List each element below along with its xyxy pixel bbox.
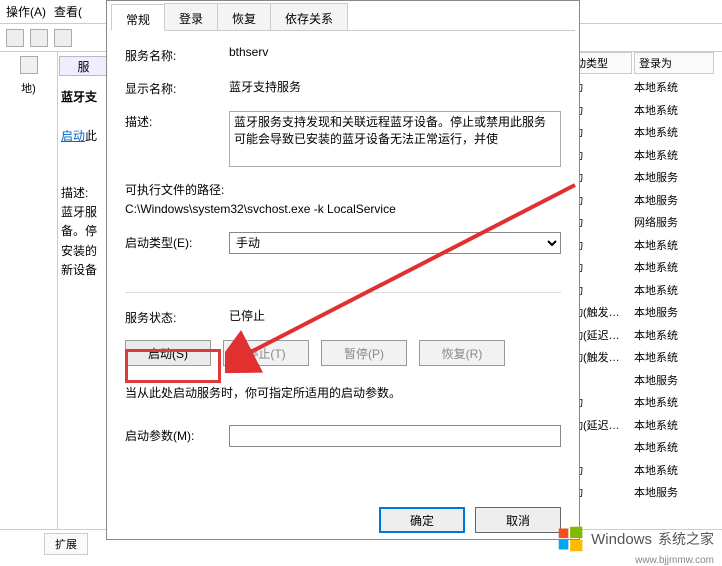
table-row[interactable]: 动(触发…本地服务 xyxy=(570,301,722,324)
value-display-name: 蓝牙支持服务 xyxy=(229,78,561,95)
toolbar-icon[interactable] xyxy=(6,29,24,47)
table-row[interactable]: 动本地系统 xyxy=(570,234,722,257)
service-title: 蓝牙支 xyxy=(58,84,109,109)
label-service-status: 服务状态: xyxy=(125,307,229,326)
tab-recovery[interactable]: 恢复 xyxy=(217,3,271,30)
cell-logon: 本地系统 xyxy=(632,439,712,455)
start-params-input[interactable] xyxy=(229,425,561,447)
label-start-params: 启动参数(M): xyxy=(125,425,229,444)
cell-logon: 本地服务 xyxy=(632,192,712,208)
table-row[interactable]: 动本地系统 xyxy=(570,144,722,167)
start-link[interactable]: 启动 xyxy=(61,129,85,143)
cell-logon: 本地系统 xyxy=(632,349,712,365)
table-row[interactable]: 动本地服务 xyxy=(570,481,722,504)
watermark: Windows 系统之家 www.bjjmmw.com xyxy=(557,525,714,553)
table-row[interactable]: 本地系统 xyxy=(570,436,722,459)
table-row[interactable]: 动网络服务 xyxy=(570,211,722,234)
table-row[interactable]: 动(延迟…本地系统 xyxy=(570,414,722,437)
value-service-name: bthserv xyxy=(229,45,561,59)
cell-logon: 本地系统 xyxy=(632,282,712,298)
start-params-hint: 当从此处启动服务时，你可指定所适用的启动参数。 xyxy=(125,384,561,401)
table-row[interactable]: 动本地系统 xyxy=(570,279,722,302)
tab-general[interactable]: 常规 xyxy=(111,4,165,31)
windows-logo-icon xyxy=(557,525,585,553)
table-row[interactable]: 动本地服务 xyxy=(570,166,722,189)
cell-logon: 本地系统 xyxy=(632,417,712,433)
cell-logon: 本地系统 xyxy=(632,124,712,140)
startup-type-select[interactable]: 手动 xyxy=(229,232,561,254)
cell-logon: 本地系统 xyxy=(632,102,712,118)
cell-logon: 本地系统 xyxy=(632,237,712,253)
cell-logon: 本地系统 xyxy=(632,327,712,343)
table-row[interactable]: 动本地系统 xyxy=(570,459,722,482)
watermark-brand1: Windows xyxy=(591,531,652,548)
label-startup-type: 启动类型(E): xyxy=(125,232,229,251)
label-exe-path: 可执行文件的路径: xyxy=(125,181,561,198)
table-row[interactable]: 动(触发…本地系统 xyxy=(570,346,722,369)
label-display-name: 显示名称: xyxy=(125,78,229,97)
column-logon-as[interactable]: 登录为 xyxy=(634,52,714,74)
tab-logon[interactable]: 登录 xyxy=(164,3,218,30)
cell-logon: 网络服务 xyxy=(632,214,712,230)
service-desc-preview: 描述: 蓝牙服 备。停 安装的 新设备 xyxy=(58,184,109,280)
stop-button: 停止(T) xyxy=(223,340,309,366)
table-row[interactable]: 动(延迟…本地系统 xyxy=(570,324,722,347)
description-textarea[interactable]: 蓝牙服务支持发现和关联远程蓝牙设备。停止或禁用此服务可能会导致已安装的蓝牙设备无… xyxy=(229,111,561,167)
extension-tab[interactable]: 扩展 xyxy=(44,533,88,555)
tree-label: 地) xyxy=(21,80,36,96)
toolbar-icon[interactable] xyxy=(30,29,48,47)
table-row[interactable]: 动本地系统 xyxy=(570,76,722,99)
start-button[interactable]: 启动(S) xyxy=(125,340,211,366)
tree-icon[interactable] xyxy=(20,56,38,74)
tab-strip: 常规 登录 恢复 依存关系 xyxy=(111,3,575,31)
menu-view[interactable]: 查看( xyxy=(54,3,82,20)
pause-button: 暂停(P) xyxy=(321,340,407,366)
cell-logon: 本地系统 xyxy=(632,462,712,478)
tree-panel: 地) xyxy=(0,52,58,529)
table-row[interactable]: 本地服务 xyxy=(570,369,722,392)
label-service-name: 服务名称: xyxy=(125,45,229,64)
cell-logon: 本地服务 xyxy=(632,372,712,388)
tab-dependency[interactable]: 依存关系 xyxy=(270,3,348,30)
label-description: 描述: xyxy=(125,111,229,130)
toolbar-icon[interactable] xyxy=(54,29,72,47)
cell-logon: 本地服务 xyxy=(632,484,712,500)
ok-button[interactable]: 确定 xyxy=(379,507,465,533)
table-row[interactable]: 动本地服务 xyxy=(570,189,722,212)
watermark-brand2: 系统之家 xyxy=(658,529,714,549)
resume-button: 恢复(R) xyxy=(419,340,505,366)
cell-logon: 本地服务 xyxy=(632,304,712,320)
services-header: 服 xyxy=(59,56,108,76)
value-service-status: 已停止 xyxy=(229,307,561,324)
cell-logon: 本地系统 xyxy=(632,79,712,95)
table-row[interactable]: 动本地系统 xyxy=(570,391,722,414)
link-suffix: 此 xyxy=(85,129,97,143)
cell-logon: 本地系统 xyxy=(632,259,712,275)
service-list-preview: 服 蓝牙支 启动此 描述: 蓝牙服 备。停 安装的 新设备 xyxy=(58,52,110,529)
value-exe-path: C:\Windows\system32\svchost.exe -k Local… xyxy=(125,202,561,216)
table-row[interactable]: 动本地系统 xyxy=(570,256,722,279)
table-row[interactable]: 动本地系统 xyxy=(570,99,722,122)
cancel-button[interactable]: 取消 xyxy=(475,507,561,533)
table-row[interactable]: 动本地系统 xyxy=(570,121,722,144)
menu-action[interactable]: 操作(A) xyxy=(6,3,46,20)
cell-logon: 本地服务 xyxy=(632,169,712,185)
cell-logon: 本地系统 xyxy=(632,394,712,410)
service-properties-dialog: 常规 登录 恢复 依存关系 服务名称: bthserv 显示名称: 蓝牙支持服务… xyxy=(106,0,580,540)
watermark-url: www.bjjmmw.com xyxy=(635,555,714,566)
cell-logon: 本地系统 xyxy=(632,147,712,163)
